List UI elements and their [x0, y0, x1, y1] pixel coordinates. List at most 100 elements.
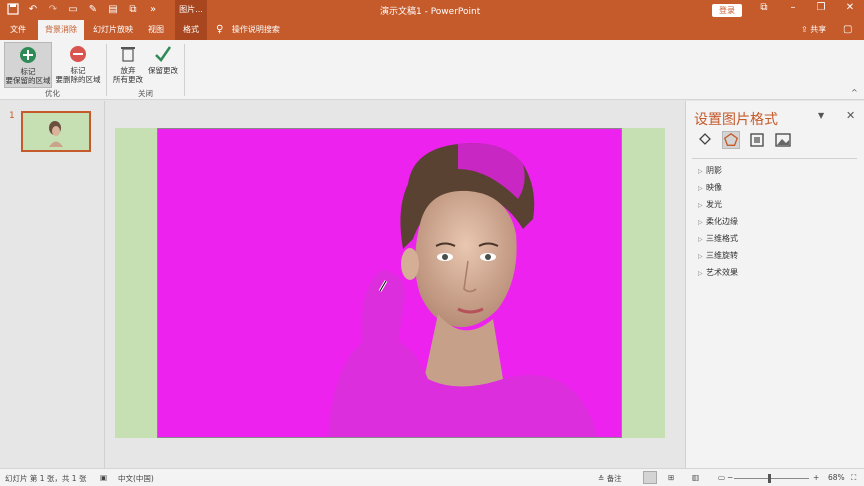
zoom-in-button[interactable]: + [813, 473, 819, 482]
expand-arrow-icon: ▷ [698, 236, 703, 243]
copy-icon[interactable]: ⧉ [126, 3, 140, 17]
mark-areas-to-remove-button[interactable]: 标记 要删除的区域 [54, 42, 102, 88]
thumbnail-portrait [49, 121, 63, 147]
group-label-close: 关闭 [138, 89, 153, 98]
quick-access-toolbar: ↶ ↷ ▭ ✎ ▤ ⧉ » [6, 3, 160, 17]
tab-slideshow[interactable]: 幻灯片放映 [88, 20, 138, 40]
comments-icon[interactable]: ▢ [843, 24, 852, 35]
mark-remove-label-line2: 要删除的区域 [55, 75, 101, 84]
tab-view[interactable]: 视图 [142, 20, 170, 40]
zoom-slider[interactable] [734, 478, 809, 479]
share-label: 共享 [810, 25, 827, 34]
redo-icon[interactable]: ↷ [46, 3, 60, 17]
section-soft-edges[interactable]: ▷ 柔化边缘 [698, 216, 738, 227]
save-icon[interactable] [6, 3, 20, 17]
discard-label-line1: 放弃 [120, 66, 136, 75]
close-button[interactable]: ✕ [842, 2, 858, 13]
language-indicator[interactable]: 中文(中国) [118, 473, 154, 484]
section-label: 艺术效果 [706, 268, 738, 277]
login-button[interactable]: 登录 [712, 4, 742, 17]
expand-arrow-icon: ▷ [698, 270, 703, 277]
section-reflection[interactable]: ▷ 映像 [698, 182, 722, 193]
slide-thumbnail[interactable] [21, 111, 91, 152]
picture-icon[interactable] [774, 131, 792, 149]
keep-changes-button[interactable]: 保留更改 [146, 42, 180, 88]
discard-all-changes-button[interactable]: 放弃 所有更改 [110, 42, 146, 88]
mark-areas-to-keep-button[interactable]: 标记 要保留的区域 [4, 42, 52, 88]
proofing-icon[interactable]: ▣ [100, 473, 107, 482]
section-glow[interactable]: ▷ 发光 [698, 199, 722, 210]
ribbon-separator [106, 44, 107, 96]
section-artistic-effects[interactable]: ▷ 艺术效果 [698, 267, 738, 278]
document-title: 演示文稿1 - PowerPoint [380, 7, 481, 17]
keep-changes-label: 保留更改 [148, 66, 178, 75]
checkmark-icon [155, 46, 172, 62]
present-from-start-icon[interactable]: ▭ [66, 3, 80, 17]
notes-label: 备注 [606, 474, 622, 483]
search-label: 操作说明搜索 [231, 25, 280, 34]
section-label: 发光 [706, 200, 722, 209]
section-label: 阴影 [706, 166, 722, 175]
new-slide-icon[interactable]: ▤ [106, 3, 120, 17]
section-label: 柔化边缘 [706, 217, 738, 226]
collapse-ribbon-icon[interactable]: ^ [851, 88, 858, 97]
tab-format[interactable]: 格式 [175, 20, 207, 40]
restore-button[interactable]: ❐ [813, 2, 829, 13]
slide-count: 幻灯片 第 1 张，共 1 张 [5, 474, 87, 483]
ribbon: 标记 要保留的区域 标记 要删除的区域 优化 放弃 所有更改 保留更改 关闭 ^ [0, 40, 864, 100]
section-3d-format[interactable]: ▷ 三维格式 [698, 233, 738, 244]
fill-line-icon[interactable] [696, 131, 714, 149]
expand-arrow-icon: ▷ [698, 185, 703, 192]
more-commands-icon[interactable]: » [146, 3, 160, 17]
zoom-out-button[interactable]: − [727, 473, 733, 482]
close-pane-button[interactable]: ✕ [846, 109, 855, 122]
section-label: 三维格式 [706, 234, 738, 243]
plus-pencil-icon [20, 47, 36, 63]
trash-icon [121, 47, 135, 62]
section-3d-rotation[interactable]: ▷ 三维旋转 [698, 250, 738, 261]
share-icon: ⇪ [801, 25, 808, 34]
zoom-level[interactable]: 68% [828, 473, 845, 482]
pane-divider [692, 158, 857, 159]
mark-keep-label-line1: 标记 [20, 67, 36, 76]
slide-number: 1 [9, 111, 15, 121]
section-label: 三维旋转 [706, 251, 738, 260]
notes-icon: ≙ [598, 474, 605, 483]
thumbnail-picture [33, 116, 79, 147]
minus-pencil-icon [70, 46, 86, 62]
minimize-button[interactable]: – [785, 2, 801, 13]
pane-title: 设置图片格式 [694, 112, 778, 128]
size-properties-icon[interactable] [748, 131, 766, 149]
tell-me-search[interactable]: ♀ 操作说明搜索 [216, 20, 280, 40]
picture-with-background-removal[interactable] [157, 128, 622, 438]
expand-arrow-icon: ▷ [698, 219, 703, 226]
expand-arrow-icon: ▷ [698, 168, 703, 175]
section-label: 映像 [706, 183, 722, 192]
pane-category-tabs [696, 131, 792, 149]
expand-arrow-icon: ▷ [698, 202, 703, 209]
ribbon-display-options-icon[interactable]: ⧉ [756, 2, 772, 13]
ribbon-tabs: 文件 背景消除 幻灯片放映 视图 格式 ♀ 操作说明搜索 ⇪ 共享 ▢ [0, 20, 864, 40]
zoom-slider-thumb[interactable] [768, 474, 771, 483]
section-shadow[interactable]: ▷ 阴影 [698, 165, 722, 176]
notes-button[interactable]: ≙ 备注 [598, 473, 622, 484]
tab-file[interactable]: 文件 [4, 20, 32, 40]
undo-icon[interactable]: ↶ [26, 3, 40, 17]
pane-options-icon[interactable]: ▼ [818, 111, 824, 120]
fit-to-window-icon[interactable]: ⛶ [851, 473, 856, 483]
normal-view-icon[interactable] [643, 471, 657, 484]
share-button[interactable]: ⇪ 共享 [801, 20, 826, 40]
touch-mode-icon[interactable]: ✎ [86, 3, 100, 17]
ribbon-separator [184, 44, 185, 96]
tab-background-removal[interactable]: 背景消除 [38, 20, 84, 40]
slide-thumbnail-pane: 1 [0, 101, 104, 468]
status-bar: 幻灯片 第 1 张，共 1 张 ▣ 中文(中国) ≙ 备注 ⊞ ▥ ▭ − + … [0, 468, 864, 486]
reading-view-icon[interactable]: ▥ [692, 473, 699, 482]
slideshow-icon[interactable]: ▭ [718, 473, 725, 482]
discard-label-line2: 所有更改 [113, 75, 143, 84]
slide-sorter-icon[interactable]: ⊞ [668, 473, 674, 482]
group-label-optimize: 优化 [45, 89, 60, 98]
title-bar: ↶ ↷ ▭ ✎ ▤ ⧉ » 图片... 演示文稿1 - PowerPoint 登… [0, 0, 864, 20]
picture-tools-context-label: 图片... [175, 0, 207, 20]
effects-icon[interactable] [722, 131, 740, 149]
